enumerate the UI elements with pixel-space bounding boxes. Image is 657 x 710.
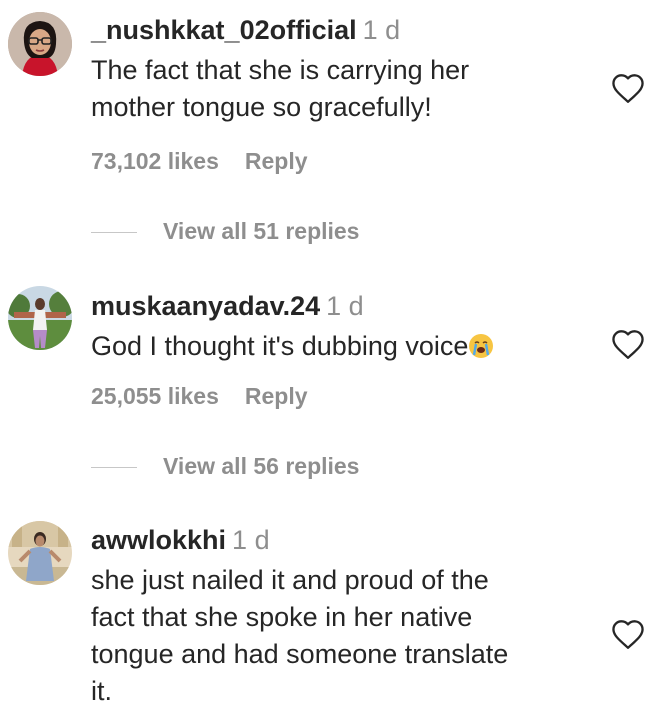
avatar[interactable]	[8, 521, 72, 585]
heart-icon[interactable]	[610, 72, 646, 104]
comment-header: awwlokkhi 1 d	[91, 524, 577, 556]
comment-time: 1 d	[362, 15, 401, 45]
avatar-photo	[8, 12, 72, 76]
like-count[interactable]: 73,102 likes	[91, 148, 219, 174]
heart-icon[interactable]	[610, 328, 646, 360]
comment-text-line: mother tongue so gracefully!	[91, 92, 432, 122]
comment-header: _nushkkat_02official 1 d	[91, 14, 577, 46]
crying-face-emoji-icon	[469, 334, 494, 358]
avatar[interactable]	[8, 12, 72, 76]
view-replies-label: View all 51 replies	[163, 218, 360, 244]
divider-line	[91, 232, 137, 234]
view-replies-label: View all 56 replies	[163, 453, 360, 479]
heart-icon[interactable]	[610, 618, 646, 650]
username-link[interactable]: muskaanyadav.24	[91, 291, 320, 321]
reply-button[interactable]: Reply	[245, 383, 308, 409]
avatar-photo	[8, 521, 72, 585]
comment-header: muskaanyadav.24 1 d	[91, 290, 577, 322]
comment-text-line: The fact that she is carrying her	[91, 55, 470, 85]
username-link[interactable]: awwlokkhi	[91, 525, 226, 555]
comment-time: 1 d	[326, 291, 364, 321]
comment-text: The fact that she is carrying her mother…	[91, 52, 577, 126]
comment-text-line: God I thought it's dubbing voice	[91, 331, 469, 361]
avatar-photo	[8, 286, 72, 350]
view-replies-button[interactable]: View all 51 replies	[91, 218, 359, 245]
comment-text: she just nailed it and proud of the fact…	[91, 562, 577, 710]
comment-meta: 25,055 likes Reply	[91, 383, 308, 410]
view-replies-button[interactable]: View all 56 replies	[91, 453, 359, 480]
comment-text-line: fact that she spoke in her native	[91, 602, 473, 632]
comment-meta: 73,102 likes Reply	[91, 148, 308, 175]
comment-text-line: it.	[91, 676, 113, 706]
comment-text: God I thought it's dubbing voice	[91, 328, 577, 365]
reply-button[interactable]: Reply	[245, 148, 308, 174]
like-count[interactable]: 25,055 likes	[91, 383, 219, 409]
avatar[interactable]	[8, 286, 72, 350]
comment-text-line: she just nailed it and proud of the	[91, 565, 489, 595]
divider-line	[91, 467, 137, 469]
comment-time: 1 d	[232, 525, 270, 555]
comment-text-line: tongue and had someone translate	[91, 639, 509, 669]
username-link[interactable]: _nushkkat_02official	[91, 15, 357, 45]
